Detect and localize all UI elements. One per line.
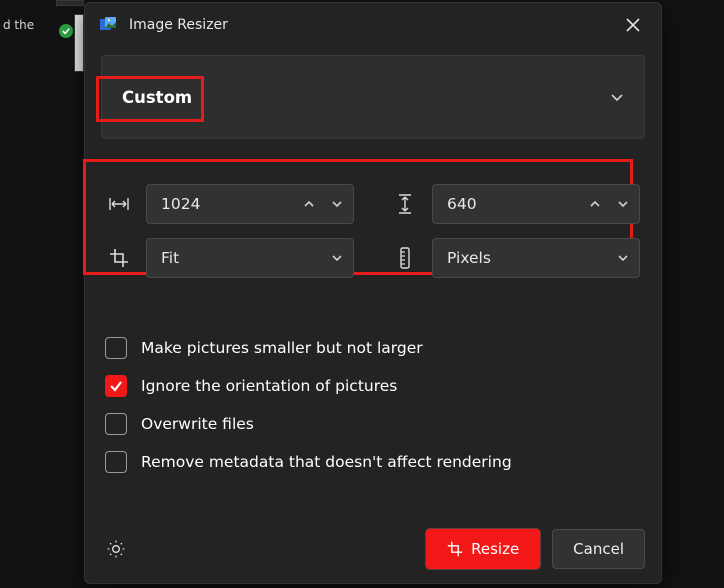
bg-context-text: d the (3, 18, 34, 32)
option-ignore-orientation[interactable]: Ignore the orientation of pictures (105, 375, 641, 397)
cancel-button-label: Cancel (573, 540, 624, 558)
size-preset-label: Custom (122, 88, 192, 107)
height-input[interactable]: 640 (432, 184, 640, 224)
close-icon (626, 18, 640, 32)
resize-icon (447, 541, 463, 557)
checkbox[interactable] (105, 375, 127, 397)
width-icon (106, 196, 132, 212)
chevron-down-icon (331, 252, 343, 264)
gear-icon (106, 539, 126, 559)
option-remove-metadata[interactable]: Remove metadata that doesn't affect rend… (105, 451, 641, 473)
check-icon (109, 379, 123, 393)
settings-button[interactable] (101, 534, 131, 564)
spin-up-icon[interactable] (589, 198, 601, 210)
crop-icon (106, 248, 132, 268)
chevron-down-icon (617, 252, 629, 264)
app-icon (99, 16, 117, 34)
spin-down-icon[interactable] (617, 198, 629, 210)
resize-button[interactable]: Resize (426, 529, 540, 569)
titlebar: Image Resizer (85, 3, 661, 47)
image-resizer-dialog: Image Resizer Custom 1024 (84, 2, 662, 584)
unit-dropdown[interactable]: Pixels (432, 238, 640, 278)
spin-up-icon[interactable] (303, 198, 315, 210)
option-label: Remove metadata that doesn't affect rend… (141, 453, 512, 471)
spin-down-icon[interactable] (331, 198, 343, 210)
option-overwrite-files[interactable]: Overwrite files (105, 413, 641, 435)
checkbox[interactable] (105, 413, 127, 435)
option-label: Overwrite files (141, 415, 254, 433)
width-input[interactable]: 1024 (146, 184, 354, 224)
height-value: 640 (447, 195, 477, 213)
dialog-title: Image Resizer (129, 17, 228, 33)
option-smaller-only[interactable]: Make pictures smaller but not larger (105, 337, 641, 359)
option-label: Make pictures smaller but not larger (141, 339, 423, 357)
unit-label: Pixels (447, 249, 491, 267)
ruler-icon (392, 247, 418, 269)
height-icon (392, 194, 418, 214)
fit-mode-label: Fit (161, 249, 179, 267)
cancel-button[interactable]: Cancel (552, 529, 645, 569)
checkbox[interactable] (105, 337, 127, 359)
width-value: 1024 (161, 195, 200, 213)
resize-button-label: Resize (471, 540, 519, 558)
option-label: Ignore the orientation of pictures (141, 377, 397, 395)
size-preset-dropdown[interactable]: Custom (101, 55, 645, 139)
checkbox[interactable] (105, 451, 127, 473)
chevron-down-icon (610, 90, 624, 104)
status-check-icon (59, 24, 73, 38)
close-button[interactable] (619, 11, 647, 39)
fit-mode-dropdown[interactable]: Fit (146, 238, 354, 278)
